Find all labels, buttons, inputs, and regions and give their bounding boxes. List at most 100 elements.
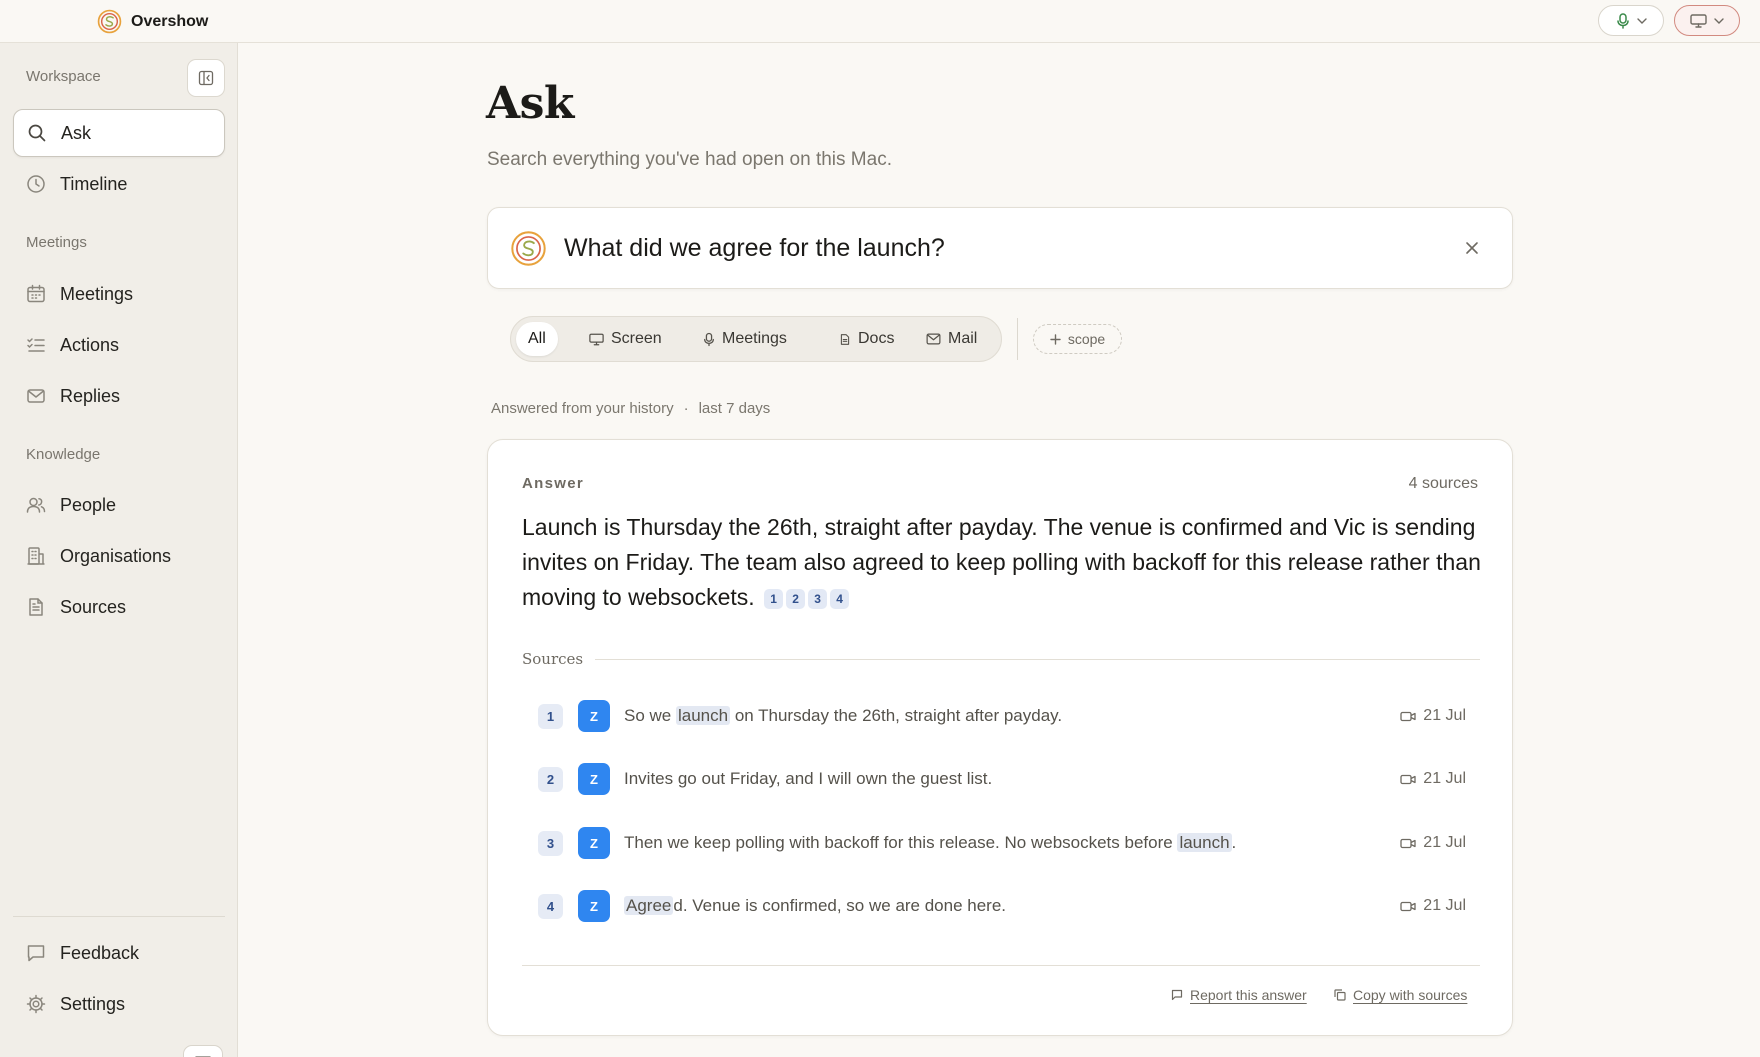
sidebar-item-label: Meetings [60,283,134,304]
video-camera-icon [1400,774,1416,784]
sidebar-item-people[interactable]: People [13,481,225,529]
copy-with-sources-link[interactable]: Copy with sources [1334,987,1467,1003]
citation-badge[interactable]: 2 [786,589,806,609]
snippet-text: d. Venue is confirmed, so we are done he… [673,896,1007,915]
citation-badge[interactable]: 1 [764,589,784,609]
filter-screen[interactable]: Screen [577,322,674,356]
source-snippet: So we launch on Thursday the 26th, strai… [624,706,1400,726]
filter-divider [1017,318,1018,360]
source-date: 21 Jul [1400,834,1466,852]
meta-separator: · [683,400,689,417]
message-icon [27,945,45,962]
video-camera-icon [1400,901,1416,911]
answer-origin: Answered from your history [491,400,674,417]
answer-card: Answer 4 sources Launch is Thursday the … [487,439,1513,1036]
ask-search-box[interactable]: What did we agree for the launch? [487,207,1513,289]
filter-mail[interactable]: Mail [914,322,989,356]
sidebar-item-sources[interactable]: Sources [13,583,225,631]
add-scope-button[interactable]: scope [1033,324,1122,354]
source-number: 2 [538,766,563,792]
snippet-text: Then we keep polling with backoff for th… [624,833,1178,852]
page-title: Ask [486,78,574,129]
sidebar-item-label: Replies [60,385,121,406]
citation-badge[interactable]: 3 [808,589,828,609]
citation-badge[interactable]: 4 [830,589,850,609]
filter-meetings[interactable]: Meetings [691,322,799,356]
search-query[interactable]: What did we agree for the launch? [564,234,945,263]
search-icon [28,124,46,142]
sources-heading: Sources [522,650,584,668]
report-answer-link[interactable]: Report this answer [1171,987,1307,1003]
filter-docs[interactable]: Docs [827,322,906,356]
source-number: 1 [538,703,563,729]
source-date: 21 Jul [1400,707,1466,725]
mail-icon [27,389,45,403]
snippet-text: on Thursday the 26th, straight after pay… [730,706,1063,725]
brand: Overshow [97,9,208,34]
video-camera-icon [1400,711,1416,721]
sidebar-toggle-button[interactable] [183,1045,223,1057]
sidebar-item-meetings[interactable]: Meetings [13,270,225,318]
answer-heading: Answer [522,475,584,492]
copy-icon [1334,989,1346,1001]
sidebar-item-ask[interactable]: Ask [13,109,225,157]
filter-label: Meetings [722,330,787,347]
source-row[interactable]: 2 Z Invites go out Friday, and I will ow… [538,762,1466,796]
sidebar-item-feedback[interactable]: Feedback [13,929,225,977]
overshow-logo-icon [511,231,546,266]
page-subtitle: Search everything you've had open on thi… [487,149,892,170]
answer-body: Launch is Thursday the 26th, straight af… [522,514,1481,610]
source-snippet: Agree d. Venue is confirmed, so we are do… [624,896,1400,916]
source-app-avatar: Z [578,700,610,732]
source-date: 21 Jul [1400,897,1466,915]
sources-rule [595,658,1480,660]
people-icon [26,497,46,513]
source-snippet: Then we keep polling with backoff for th… [624,833,1400,853]
sidebar-item-organisations[interactable]: Organisations [13,532,225,580]
gear-icon [26,994,46,1014]
source-app-avatar: Z [578,827,610,859]
sidebar-item-replies[interactable]: Replies [13,372,225,420]
calendar-icon [27,284,45,303]
source-date-text: 21 Jul [1423,770,1466,787]
flag-icon [1171,989,1183,1001]
close-icon[interactable] [1464,240,1480,256]
app-name: Overshow [131,12,209,30]
report-label: Report this answer [1190,987,1307,1003]
source-number: 3 [538,830,563,856]
sidebar-item-timeline[interactable]: Timeline [13,160,225,208]
doc-icon [840,333,850,345]
checklist-icon [27,338,45,352]
scope-label: scope [1067,331,1106,347]
sidebar-item-settings[interactable]: Settings [13,980,225,1028]
filter-label: Docs [858,330,895,347]
source-row[interactable]: 3 Z Then we keep polling with backoff fo… [538,826,1466,860]
sidebar-item-label: People [60,494,117,515]
answer-text: Launch is Thursday the 26th, straight af… [522,510,1482,615]
filter-tabs: All Screen Meetings Docs Mail [510,316,1002,362]
source-row[interactable]: 4 Z Agree d. Venue is confirmed, so we ar… [538,889,1466,923]
document-icon [29,598,43,616]
clock-icon [27,175,45,193]
microphone-toggle[interactable] [1598,5,1664,36]
building-icon [27,547,45,565]
filter-label: All [528,330,546,347]
snippet-text: Invites go out Friday, and I will own th… [624,769,993,788]
sidebar-item-label: Organisations [60,545,172,566]
monitor-icon [589,333,604,345]
collapse-sidebar-button[interactable] [187,59,225,97]
sidebar-item-actions[interactable]: Actions [13,321,225,369]
copy-label: Copy with sources [1353,987,1468,1003]
snippet-highlight: launch [675,706,731,725]
screen-recording-toggle[interactable] [1674,5,1740,36]
sidebar: Workspace Ask Timeline Meetings Meetings… [0,43,238,1057]
answer-meta: Answered from your history · last 7 days [491,400,770,417]
filter-label: Screen [611,330,662,347]
sidebar-item-label: Feedback [60,942,140,963]
source-app-avatar: Z [578,890,610,922]
section-label-knowledge: Knowledge [26,446,101,463]
source-row[interactable]: 1 Z So we launch on Thursday the 26th, s… [538,699,1466,733]
filter-all[interactable]: All [516,322,558,356]
source-date-text: 21 Jul [1423,707,1466,724]
sidebar-item-label: Actions [60,334,120,355]
